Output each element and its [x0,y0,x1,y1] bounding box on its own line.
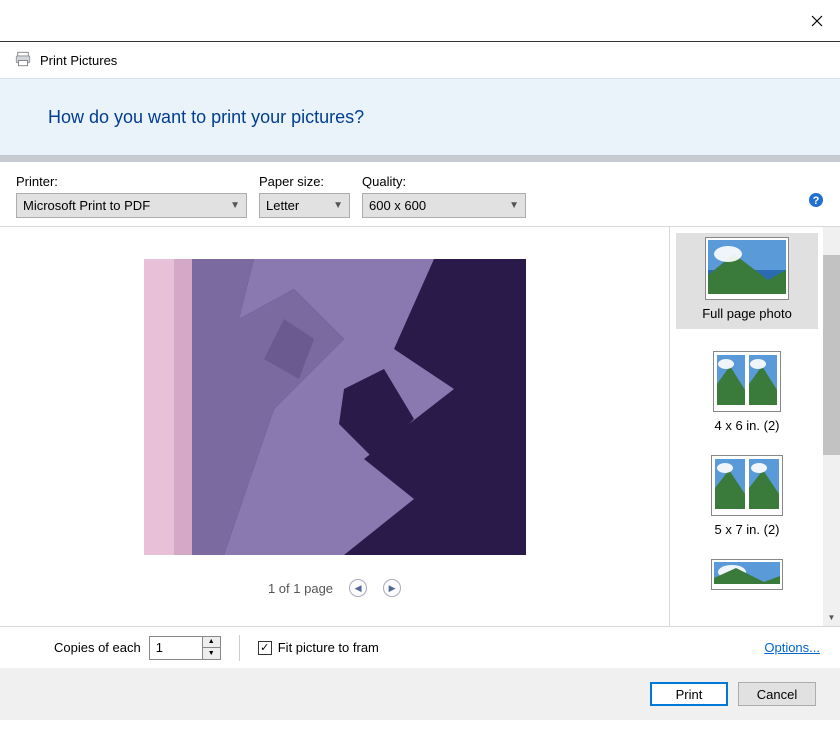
chevron-down-icon: ▼ [333,200,343,211]
instruction-text: How do you want to print your pictures? [48,107,364,128]
bottom-bar: Copies of each ▲ ▼ ✓ Fit picture to fram… [0,626,840,668]
paper-value: Letter [266,198,299,213]
help-icon[interactable]: ? [808,192,824,208]
window-title: Print Pictures [40,53,117,68]
layout-option-5x7[interactable]: 5 x 7 in. (2) [676,455,818,537]
chevron-down-icon: ▼ [509,200,519,211]
print-button[interactable]: Print [650,682,728,706]
copies-spinner[interactable]: ▲ ▼ [149,636,221,660]
preview-image [144,259,526,555]
title-bar [0,0,840,42]
layout-label: Full page photo [702,306,792,321]
controls-row: Printer: Microsoft Print to PDF ▼ Paper … [0,162,840,226]
printer-icon [14,50,32,71]
fit-label: Fit picture to fram [278,640,379,655]
layout-option-full-page[interactable]: Full page photo [676,233,818,329]
layout-sidebar: ▲ ▼ Full page photo 4 x 6 in. (2) 5 x 7 … [670,227,840,626]
fit-picture-checkbox[interactable]: ✓ Fit picture to fram [258,640,379,655]
button-row: Print Cancel [0,668,840,720]
copies-input[interactable] [150,637,202,659]
cancel-button[interactable]: Cancel [738,682,816,706]
prev-page-button[interactable]: ◀ [349,579,367,597]
printer-value: Microsoft Print to PDF [23,198,150,213]
chevron-down-icon: ▼ [230,200,240,211]
window-header: Print Pictures [0,42,840,78]
instruction-banner: How do you want to print your pictures? [0,78,840,156]
scrollbar-thumb[interactable] [823,255,840,455]
divider [239,635,240,661]
options-link[interactable]: Options... [764,640,820,655]
layout-option-4x6[interactable]: 4 x 6 in. (2) [676,351,818,433]
mid-area: 1 of 1 page ◀ ▶ ▲ ▼ Full page photo 4 x … [0,226,840,626]
paper-size-label: Paper size: [259,174,350,189]
spinner-up[interactable]: ▲ [203,637,220,649]
preview-pane: 1 of 1 page ◀ ▶ [0,227,670,626]
printer-select[interactable]: Microsoft Print to PDF ▼ [16,193,247,218]
next-page-button[interactable]: ▶ [383,579,401,597]
quality-label: Quality: [362,174,526,189]
checkbox-box: ✓ [258,641,272,655]
close-button[interactable] [794,0,840,42]
quality-value: 600 x 600 [369,198,426,213]
scroll-down-arrow[interactable]: ▼ [823,609,840,626]
spinner-down[interactable]: ▼ [203,648,220,659]
layout-label: 5 x 7 in. (2) [714,522,779,537]
svg-text:?: ? [813,195,820,207]
paper-size-select[interactable]: Letter ▼ [259,193,350,218]
preview-nav: 1 of 1 page ◀ ▶ [268,579,401,597]
quality-select[interactable]: 600 x 600 ▼ [362,193,526,218]
printer-label: Printer: [16,174,247,189]
layout-option-partial[interactable] [676,559,818,590]
layout-label: 4 x 6 in. (2) [714,418,779,433]
page-indicator: 1 of 1 page [268,581,333,596]
copies-label: Copies of each [54,640,141,655]
